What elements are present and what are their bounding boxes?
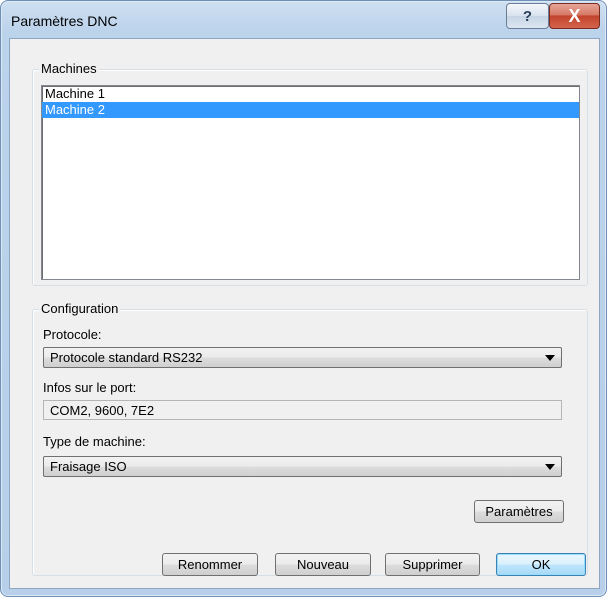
delete-button[interactable]: Supprimer [385,553,480,576]
chevron-down-icon [545,464,555,470]
port-info-field: COM2, 9600, 7E2 [43,400,562,420]
title-bar[interactable]: Paramètres DNC ? X [1,1,606,38]
configuration-group: Configuration Protocole: Protocole stand… [32,301,588,576]
configuration-group-label: Configuration [39,301,121,316]
machines-group-label: Machines [39,61,99,76]
chevron-down-icon [545,355,555,361]
dialog-window: Paramètres DNC ? X Machines Machine 1 Ma… [0,0,607,597]
port-info-label: Infos sur le port: [43,380,137,395]
port-info-value: COM2, 9600, 7E2 [50,402,155,418]
machines-group: Machines Machine 1 Machine 2 [32,61,588,286]
protocol-label: Protocole: [43,327,102,342]
protocol-select[interactable]: Protocole standard RS232 [43,347,562,368]
close-icon: X [568,5,581,26]
list-item-machine-1[interactable]: Machine 1 [42,86,579,102]
close-button[interactable]: X [549,3,600,29]
protocol-value: Protocole standard RS232 [50,350,203,365]
machine-type-value: Fraisage ISO [50,459,127,474]
help-icon: ? [522,7,533,25]
new-button[interactable]: Nouveau [275,553,371,576]
parameters-button[interactable]: Paramètres [474,500,564,523]
window-title: Paramètres DNC [11,13,118,29]
dialog-body: Machines Machine 1 Machine 2 Configurati… [9,38,600,589]
machine-type-select[interactable]: Fraisage ISO [43,456,562,477]
ok-button[interactable]: OK [496,553,586,576]
help-button[interactable]: ? [506,3,549,29]
machines-listbox[interactable]: Machine 1 Machine 2 [41,85,580,280]
list-item-machine-2[interactable]: Machine 2 [42,102,579,118]
rename-button[interactable]: Renommer [162,553,258,576]
machine-type-label: Type de machine: [43,434,146,449]
